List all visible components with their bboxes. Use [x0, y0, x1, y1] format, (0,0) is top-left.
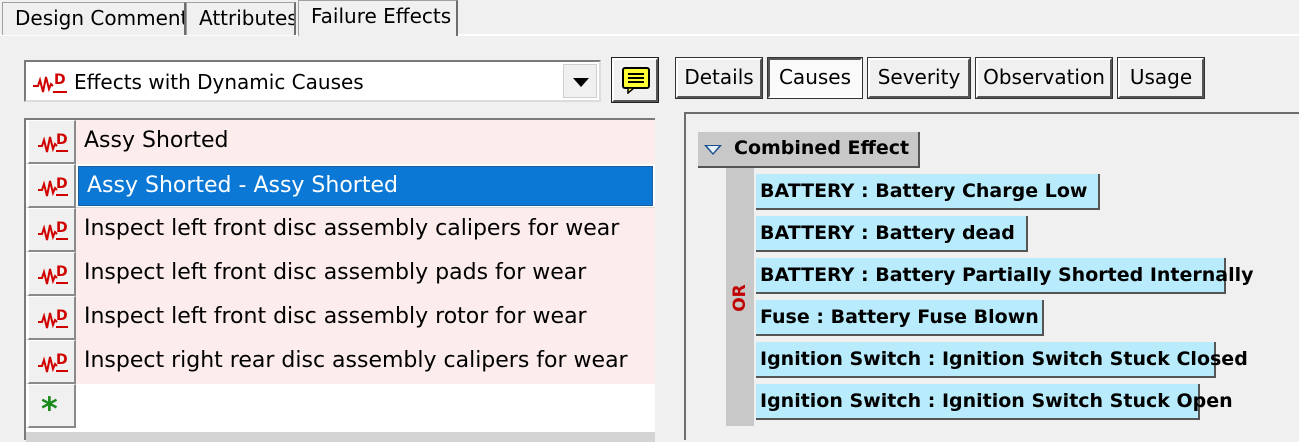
effect-label[interactable]: Assy Shorted - Assy Shorted — [78, 166, 653, 206]
dynamic-cause-icon: D — [33, 72, 67, 93]
effect-row[interactable]: D Assy Shorted — [26, 120, 655, 164]
row-header-button[interactable]: D — [28, 252, 76, 296]
svg-text:D: D — [56, 176, 68, 192]
tab-attributes[interactable]: Attributes — [186, 2, 296, 35]
cause-tree-panel: Combined Effect OR BATTERY : Battery Cha… — [684, 112, 1299, 440]
svg-text:D: D — [56, 220, 68, 236]
top-tab-bar: Design Comment Attributes Failure Effect… — [0, 0, 1299, 36]
effect-filter-value: Effects with Dynamic Causes — [74, 70, 364, 94]
cause-node[interactable]: BATTERY : Battery Partially Shorted Inte… — [756, 258, 1254, 294]
effect-row[interactable]: D Inspect left front disc assembly calip… — [26, 208, 655, 252]
combined-effect-node[interactable]: Combined Effect — [698, 132, 920, 168]
tab-usage[interactable]: Usage — [1117, 57, 1205, 99]
row-header-button[interactable]: D — [28, 164, 76, 208]
effect-filter-dropdown[interactable]: D Effects with Dynamic Causes — [24, 60, 601, 102]
dropdown-arrow-button[interactable] — [563, 64, 597, 98]
tab-observation[interactable]: Observation — [975, 57, 1113, 99]
combined-effect-label: Combined Effect — [734, 137, 910, 159]
row-header-button[interactable]: D — [28, 296, 76, 340]
note-icon — [622, 67, 650, 94]
chevron-down-icon — [573, 78, 589, 87]
row-header-button[interactable]: D — [28, 120, 76, 164]
dynamic-cause-icon: D — [38, 308, 68, 329]
dynamic-cause-icon: D — [38, 352, 68, 373]
dynamic-cause-icon: D — [38, 264, 68, 285]
svg-text:D: D — [56, 352, 68, 368]
dynamic-cause-icon: D — [38, 220, 68, 241]
effect-label[interactable]: Assy Shorted — [76, 120, 655, 164]
svg-text:*: * — [41, 393, 58, 419]
effect-label[interactable]: Inspect right rear disc assembly caliper… — [76, 340, 655, 384]
cause-node[interactable]: Fuse : Battery Fuse Blown — [756, 300, 1044, 336]
dynamic-cause-icon: D — [38, 132, 68, 153]
cause-node[interactable]: Ignition Switch : Ignition Switch Stuck … — [756, 342, 1248, 378]
row-header-button[interactable]: D — [28, 340, 76, 384]
effect-label[interactable]: Inspect left front disc assembly caliper… — [76, 208, 655, 252]
svg-text:D: D — [56, 308, 68, 324]
row-header-button[interactable]: * — [28, 384, 76, 428]
effect-row[interactable]: D Inspect left front disc assembly pads … — [26, 252, 655, 296]
tab-details[interactable]: Details — [675, 57, 763, 99]
effect-label[interactable]: Inspect left front disc assembly rotor f… — [76, 296, 655, 340]
tab-failure-effects[interactable]: Failure Effects — [298, 0, 458, 36]
effect-row[interactable]: D Inspect right rear disc assembly calip… — [26, 340, 655, 384]
svg-text:D: D — [56, 132, 68, 148]
tab-severity[interactable]: Severity — [867, 57, 971, 99]
effects-list: D Assy Shorted D Assy Shorted - Assy Sho… — [24, 118, 655, 442]
tab-causes[interactable]: Causes — [767, 57, 863, 99]
add-new-icon: * — [41, 393, 58, 419]
cause-node[interactable]: Ignition Switch : Ignition Switch Stuck … — [756, 384, 1233, 420]
svg-text:D: D — [54, 72, 66, 88]
tab-design-comment[interactable]: Design Comment — [2, 2, 186, 35]
or-gate-bar: OR — [726, 168, 754, 426]
cause-node[interactable]: BATTERY : Battery Charge Low — [756, 174, 1100, 210]
dynamic-cause-icon: D — [38, 176, 68, 197]
row-header-button[interactable]: D — [28, 208, 76, 252]
note-button[interactable] — [611, 57, 659, 103]
list-scroll-area — [26, 432, 655, 442]
effect-row[interactable]: D Assy Shorted - Assy Shorted — [26, 164, 655, 208]
effect-label[interactable]: Inspect left front disc assembly pads fo… — [76, 252, 655, 296]
new-effect-row[interactable]: * — [26, 384, 655, 428]
effect-row[interactable]: D Inspect left front disc assembly rotor… — [26, 296, 655, 340]
new-effect-input[interactable] — [76, 384, 655, 428]
cause-node[interactable]: BATTERY : Battery dead — [756, 216, 1028, 252]
collapse-triangle-icon[interactable] — [704, 145, 722, 155]
svg-text:D: D — [56, 264, 68, 280]
or-gate-label: OR — [730, 284, 750, 312]
